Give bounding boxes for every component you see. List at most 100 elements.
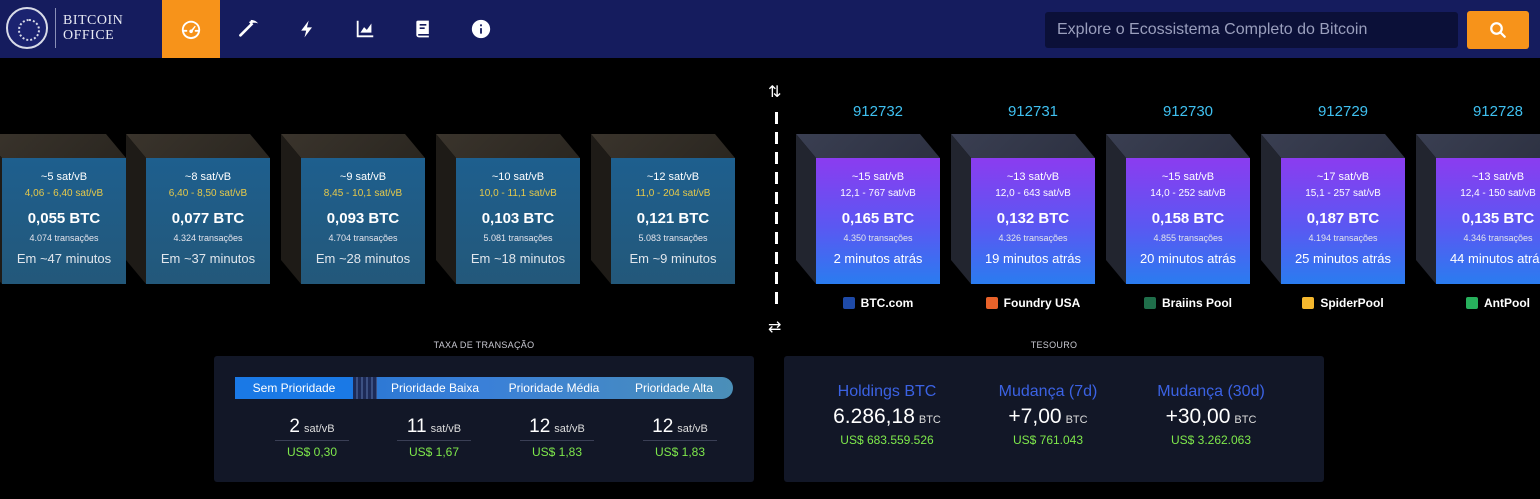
fee-column: 11 sat/vB US$ 1,67: [384, 416, 484, 459]
mined-block[interactable]: ~17 sat/vB 15,1 - 257 sat/vB 0,187 BTC 4.19…: [1261, 134, 1405, 284]
block-btc: 0,055 BTC: [27, 210, 101, 227]
block-side: [1106, 134, 1126, 284]
block-fee: ~5 sat/vB: [40, 171, 88, 183]
treasury-unit: BTC: [1065, 414, 1088, 426]
block-side: [591, 134, 611, 284]
pending-block[interactable]: ~8 sat/vB 6,40 - 8,50 sat/vB 0,077 BTC 4.32…: [126, 134, 270, 284]
nav-charts[interactable]: [336, 0, 394, 58]
search-input[interactable]: [1045, 12, 1458, 48]
treasury-unit: BTC: [918, 414, 941, 426]
fee-usd: US$ 1,83: [654, 445, 706, 459]
fee-value: 12: [529, 416, 551, 437]
treasury-value-row: +30,00 BTC: [1136, 405, 1286, 429]
block-height[interactable]: 912731: [971, 103, 1095, 120]
block-side: [796, 134, 816, 284]
block-age: 20 minutos atrás: [1139, 251, 1237, 266]
fee-unit: sat/vB: [677, 423, 708, 435]
block-tx-count: 5.083 transações: [638, 233, 708, 243]
fees-panel: Sem Prioridade Prioridade Baixa Priorida…: [214, 356, 754, 482]
block-height[interactable]: 912729: [1281, 103, 1405, 120]
pool-label[interactable]: SpiderPool: [1281, 296, 1405, 310]
block-side: [436, 134, 456, 284]
info-icon: [471, 19, 491, 39]
pool-logo-icon: [1302, 297, 1315, 309]
block-face: ~13 sat/vB 12,0 - 643 sat/vB 0,132 BTC 4.32…: [971, 158, 1095, 284]
swap-horizontal-icon[interactable]: ⇄: [768, 317, 781, 337]
fee-row: 12 sat/vB: [630, 416, 730, 438]
fee-underline: [275, 440, 349, 441]
nav-info[interactable]: [452, 0, 510, 58]
block-btc: 0,187 BTC: [1306, 210, 1380, 227]
block-top: [796, 134, 940, 158]
fee-value: 11: [406, 416, 427, 437]
pool-label[interactable]: BTC.com: [816, 296, 940, 310]
block-height[interactable]: 912730: [1126, 103, 1250, 120]
priority-low[interactable]: Prioridade Baixa: [377, 377, 493, 399]
pool-name: SpiderPool: [1320, 296, 1384, 310]
block-top: [0, 134, 126, 158]
block-fee: ~8 sat/vB: [184, 171, 232, 183]
nav-mining[interactable]: [220, 0, 278, 58]
priority-none[interactable]: Sem Prioridade: [235, 377, 353, 399]
nav-dashboard[interactable]: [162, 0, 220, 58]
block-side: [1261, 134, 1281, 284]
block-fee: ~15 sat/vB: [1161, 171, 1215, 183]
pool-label[interactable]: Foundry USA: [971, 296, 1095, 310]
block-top: [281, 134, 425, 158]
block-btc: 0,103 BTC: [481, 210, 555, 227]
book-icon: [416, 20, 429, 38]
block-face: ~15 sat/vB 12,1 - 767 sat/vB 0,165 BTC 4.35…: [816, 158, 940, 284]
pool-label[interactable]: AntPool: [1436, 296, 1540, 310]
block-btc: 0,135 BTC: [1461, 210, 1535, 227]
block-eta: Em ~9 minutos: [629, 251, 717, 266]
nav-docs[interactable]: [394, 0, 452, 58]
mempool-divider: [775, 112, 778, 312]
mined-block[interactable]: ~13 sat/vB 12,0 - 643 sat/vB 0,132 BTC 4.32…: [951, 134, 1095, 284]
priority-medium[interactable]: Prioridade Média: [493, 377, 615, 399]
priority-high[interactable]: Prioridade Alta: [615, 377, 733, 399]
swap-vertical-icon[interactable]: ⇅: [768, 82, 781, 102]
block-fee: ~9 sat/vB: [339, 171, 387, 183]
block-fee-range: 10,0 - 11,1 sat/vB: [479, 188, 557, 199]
block-tx-count: 4.704 transações: [328, 233, 398, 243]
block-fee-range: 8,45 - 10,1 sat/vB: [323, 188, 403, 199]
pending-block[interactable]: ~5 sat/vB 4,06 - 6,40 sat/vB 0,055 BTC 4.07…: [0, 134, 126, 284]
block-top: [436, 134, 580, 158]
mined-block[interactable]: ~13 sat/vB 12,4 - 150 sat/vB 0,135 BTC 4.34…: [1416, 134, 1540, 284]
pool-logo-icon: [1466, 297, 1478, 309]
logo[interactable]: BITCOIN OFFICE: [6, 6, 123, 50]
treasury-usd: US$ 761.043: [1012, 433, 1084, 447]
pending-block[interactable]: ~9 sat/vB 8,45 - 10,1 sat/vB 0,093 BTC 4.70…: [281, 134, 425, 284]
block-fee: ~12 sat/vB: [646, 171, 700, 183]
fee-row: 11 sat/vB: [384, 416, 484, 438]
pending-block[interactable]: ~10 sat/vB 10,0 - 11,1 sat/vB 0,103 BTC 5.0…: [436, 134, 580, 284]
mined-block[interactable]: ~15 sat/vB 12,1 - 767 sat/vB 0,165 BTC 4.35…: [796, 134, 940, 284]
treasury-column: Mudança (30d) +30,00 BTC US$ 3.262.063: [1136, 383, 1286, 447]
fee-value: 2: [289, 416, 300, 437]
block-fee: ~17 sat/vB: [1316, 171, 1370, 183]
block-height[interactable]: 912732: [816, 103, 940, 120]
block-face: ~5 sat/vB 4,06 - 6,40 sat/vB 0,055 BTC 4.07…: [2, 158, 126, 284]
pool-label[interactable]: Braiins Pool: [1126, 296, 1250, 310]
block-eta: Em ~37 minutos: [160, 251, 256, 266]
search-button[interactable]: [1467, 11, 1529, 49]
mined-block[interactable]: ~15 sat/vB 14,0 - 252 sat/vB 0,158 BTC 4.85…: [1106, 134, 1250, 284]
treasury-value-row: +7,00 BTC: [973, 405, 1123, 429]
treasury-label: Mudança (7d): [998, 383, 1098, 400]
block-height[interactable]: 912728: [1436, 103, 1540, 120]
block-side: [951, 134, 971, 284]
nav-lightning[interactable]: [278, 0, 336, 58]
block-tx-count: 4.326 transações: [998, 233, 1068, 243]
block-btc: 0,093 BTC: [326, 210, 400, 227]
block-age: 25 minutos atrás: [1294, 251, 1392, 266]
fee-unit: sat/vB: [304, 423, 335, 435]
fee-usd: US$ 1,67: [408, 445, 460, 459]
pending-block[interactable]: ~12 sat/vB 11,0 - 204 sat/vB 0,121 BTC 5.08…: [591, 134, 735, 284]
block-top: [126, 134, 270, 158]
block-face: ~15 sat/vB 14,0 - 252 sat/vB 0,158 BTC 4.85…: [1126, 158, 1250, 284]
priority-bar: Sem Prioridade Prioridade Baixa Priorida…: [235, 377, 733, 399]
pool-name: AntPool: [1484, 296, 1530, 310]
fee-value: 12: [652, 416, 674, 437]
priority-gap: [353, 377, 377, 399]
chart-icon: [356, 20, 374, 38]
